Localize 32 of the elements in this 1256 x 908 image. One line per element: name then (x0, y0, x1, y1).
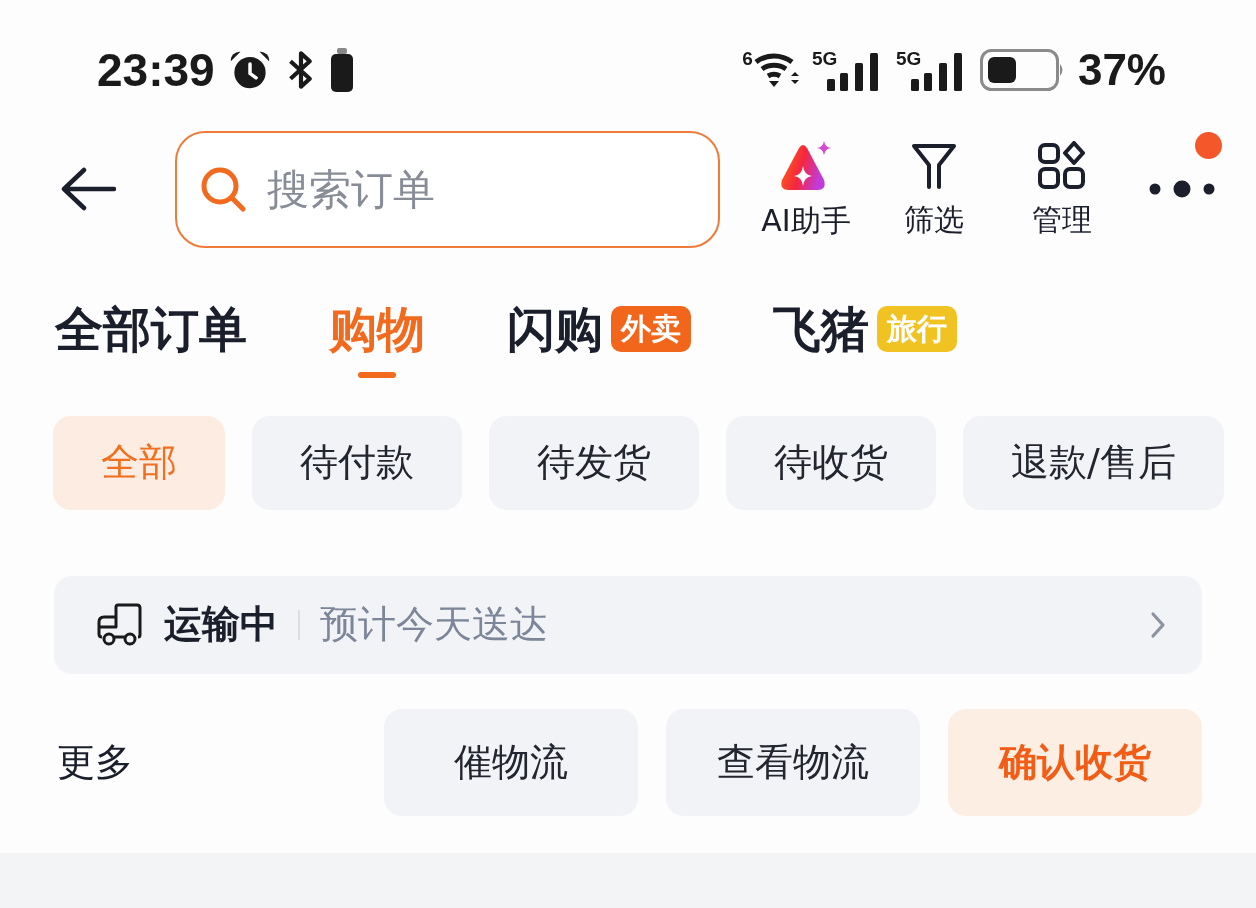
search-field[interactable]: 搜索订单 (175, 130, 720, 248)
truck-icon (96, 602, 142, 647)
filter-chip[interactable]: 退款/售后 (963, 415, 1224, 510)
filter-chip[interactable]: 待付款 (252, 415, 462, 510)
delivery-estimate: 预计今天送达 (320, 601, 549, 649)
chevron-right-icon (1150, 610, 1166, 639)
battery-percent: 37% (1077, 47, 1166, 92)
alarm-icon (228, 49, 271, 90)
wifi-label: 6 (742, 48, 753, 68)
network-label: 5G (811, 48, 838, 68)
order-tab[interactable]: 全部订单 (55, 300, 247, 378)
ai-assistant-button[interactable]: AI助手 (742, 139, 870, 239)
order-tab[interactable]: 闪购 外卖 (507, 300, 691, 378)
tag-badge: 外卖 (611, 305, 691, 352)
back-arrow-icon (60, 167, 116, 211)
filter-chip[interactable]: 待收货 (726, 415, 936, 510)
grid-icon (1037, 140, 1087, 191)
filter-chip[interactable]: 待发货 (489, 415, 699, 510)
manage-button[interactable]: 管理 (998, 140, 1126, 238)
shipping-status-card[interactable]: 运输中 预计今天送达 (54, 575, 1202, 674)
order-action-button[interactable]: 催物流 (384, 708, 638, 816)
filter-button[interactable]: 筛选 (870, 140, 998, 238)
more-dots-icon (1149, 180, 1215, 198)
status-time: 23:39 (97, 46, 215, 93)
order-action-button[interactable]: 查看物流 (666, 708, 920, 816)
battery-saver-icon (330, 47, 353, 92)
more-link[interactable]: 更多 (57, 736, 133, 788)
back-button[interactable] (60, 166, 116, 212)
network-label: 5G (895, 48, 922, 68)
tag-badge: 旅行 (877, 305, 957, 352)
shipping-status: 运输中 (164, 601, 278, 649)
order-tab[interactable]: 飞猪 旅行 (773, 300, 957, 378)
